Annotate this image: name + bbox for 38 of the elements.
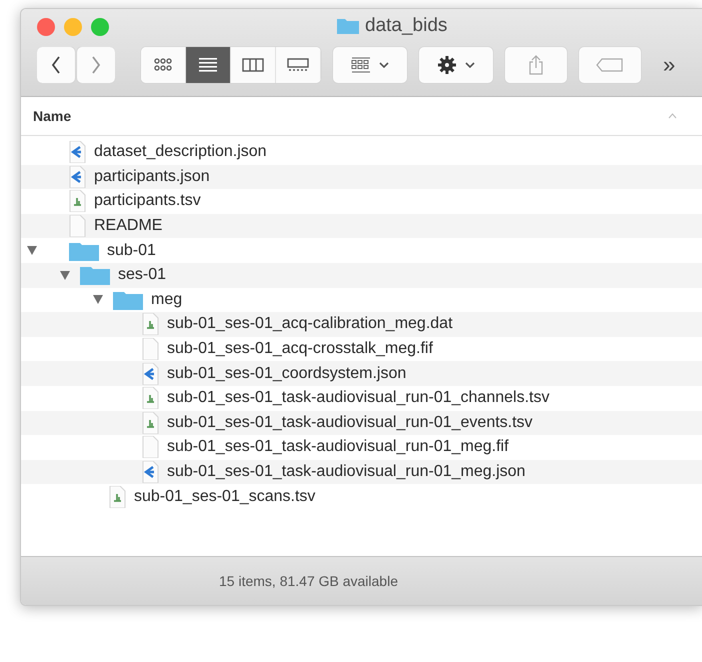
status-text: 15 items, 81.47 GB available	[219, 573, 398, 589]
group-menu-button[interactable]	[333, 47, 407, 83]
gear-menu-button[interactable]	[419, 47, 493, 83]
file-name[interactable]: participants.json	[94, 168, 210, 186]
list-icon	[198, 58, 218, 72]
gallery-view-button[interactable]	[276, 47, 321, 83]
folder-icon	[337, 18, 359, 34]
back-chevron-icon	[51, 56, 61, 74]
list-view-button[interactable]	[186, 47, 231, 83]
file-name[interactable]: participants.tsv	[94, 192, 201, 210]
back-button[interactable]	[37, 47, 75, 83]
file-name[interactable]: README	[94, 217, 162, 236]
window-title: data_bids	[365, 15, 448, 37]
file-name[interactable]: meg	[151, 290, 182, 309]
file-name[interactable]: sub-01_ses-01_scans.tsv	[134, 488, 316, 506]
tag-icon	[596, 58, 624, 72]
columns-icon	[242, 58, 264, 72]
share-icon	[529, 55, 543, 75]
gallery-icon	[287, 58, 309, 72]
file-name[interactable]: sub-01	[107, 242, 156, 260]
icon-view-button[interactable]	[141, 47, 186, 83]
file-name[interactable]: sub-01_ses-01_acq-crosstalk_meg.fif	[167, 340, 433, 358]
sort-caret-icon	[668, 113, 677, 119]
caret-icon	[465, 62, 475, 68]
gear-icon	[437, 55, 457, 75]
folder-icon	[80, 265, 110, 286]
file-name[interactable]: sub-01_ses-01_task-audiovisual_run-01_meg.fif	[167, 438, 509, 456]
forward-chevron-icon	[91, 56, 101, 74]
toolbar-overflow-button[interactable]: »	[653, 52, 676, 78]
grid-icon	[351, 57, 371, 73]
column-header[interactable]: Name	[21, 97, 702, 136]
name-column-header: Name	[33, 108, 72, 124]
file-name[interactable]: dataset_description.json	[94, 143, 267, 162]
column-view-button[interactable]	[231, 47, 276, 83]
icon-grid-icon	[153, 58, 173, 72]
file-name[interactable]: sub-01_ses-01_task-audiovisual_run-01_channels.tsv	[167, 389, 550, 408]
file-name[interactable]: ses-01	[118, 266, 166, 284]
caret-icon	[379, 62, 389, 68]
